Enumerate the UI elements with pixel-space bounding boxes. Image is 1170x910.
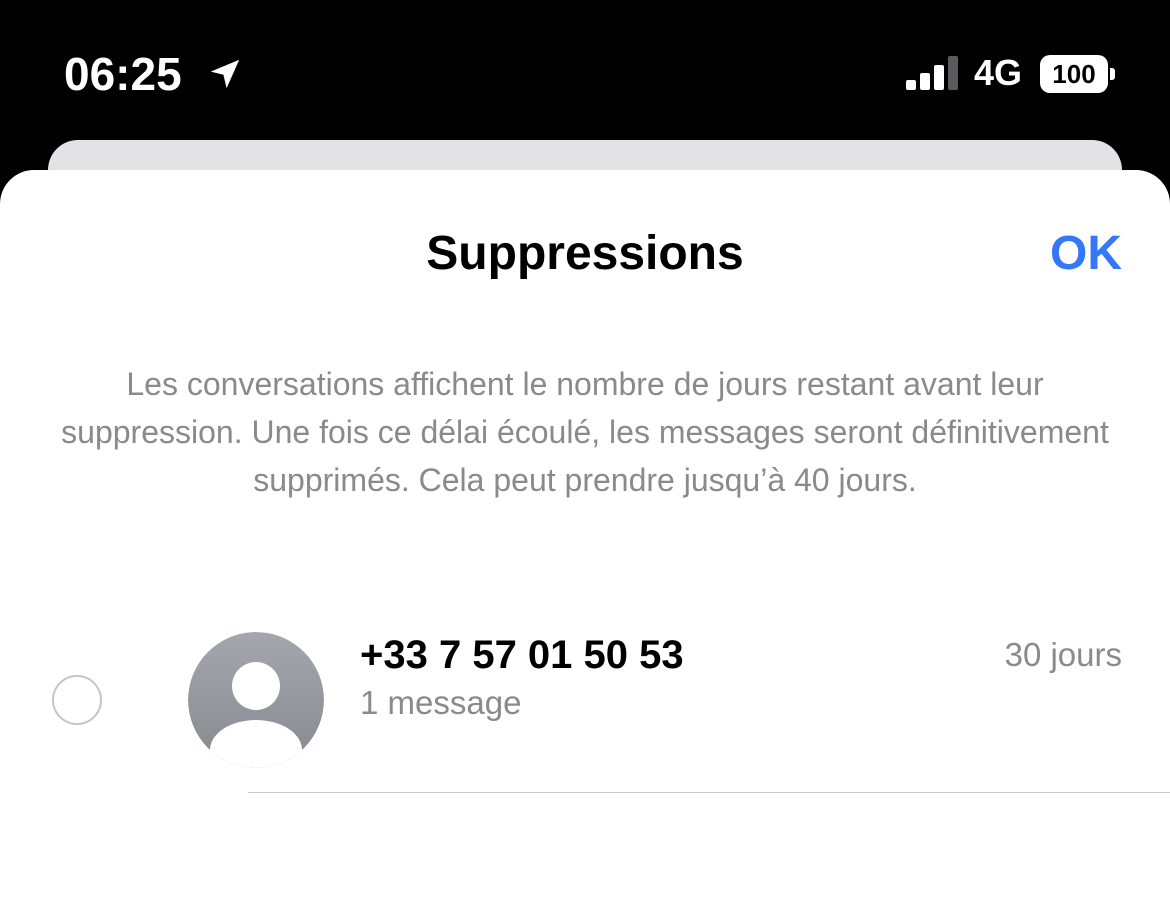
ok-button[interactable]: OK <box>1050 224 1122 284</box>
person-placeholder-icon <box>188 632 324 768</box>
battery-indicator: 100 <box>1040 55 1116 93</box>
days-remaining: 30 jours <box>1004 636 1122 673</box>
status-bar: 06:25 4G 100 <box>0 0 1170 140</box>
cellular-signal-icon <box>906 56 958 90</box>
sheet-title: Suppressions <box>426 227 744 280</box>
network-type: 4G <box>974 52 1023 93</box>
location-arrow-icon <box>210 59 240 89</box>
info-text: Les conversations affichent le nombre de… <box>61 366 1109 498</box>
status-time: 06:25 <box>64 48 182 100</box>
row-divider <box>248 792 1170 793</box>
deletions-sheet: Suppressions OK Les conversations affich… <box>0 170 1170 910</box>
conversation-row[interactable]: +33 7 57 01 50 53 1 message 30 jours <box>0 625 1170 795</box>
battery-level: 100 <box>1052 59 1096 89</box>
battery-tip <box>1110 68 1115 80</box>
conversation-name: +33 7 57 01 50 53 <box>360 633 684 677</box>
select-checkbox[interactable] <box>52 675 102 725</box>
conversation-message-count: 1 message <box>360 684 522 721</box>
